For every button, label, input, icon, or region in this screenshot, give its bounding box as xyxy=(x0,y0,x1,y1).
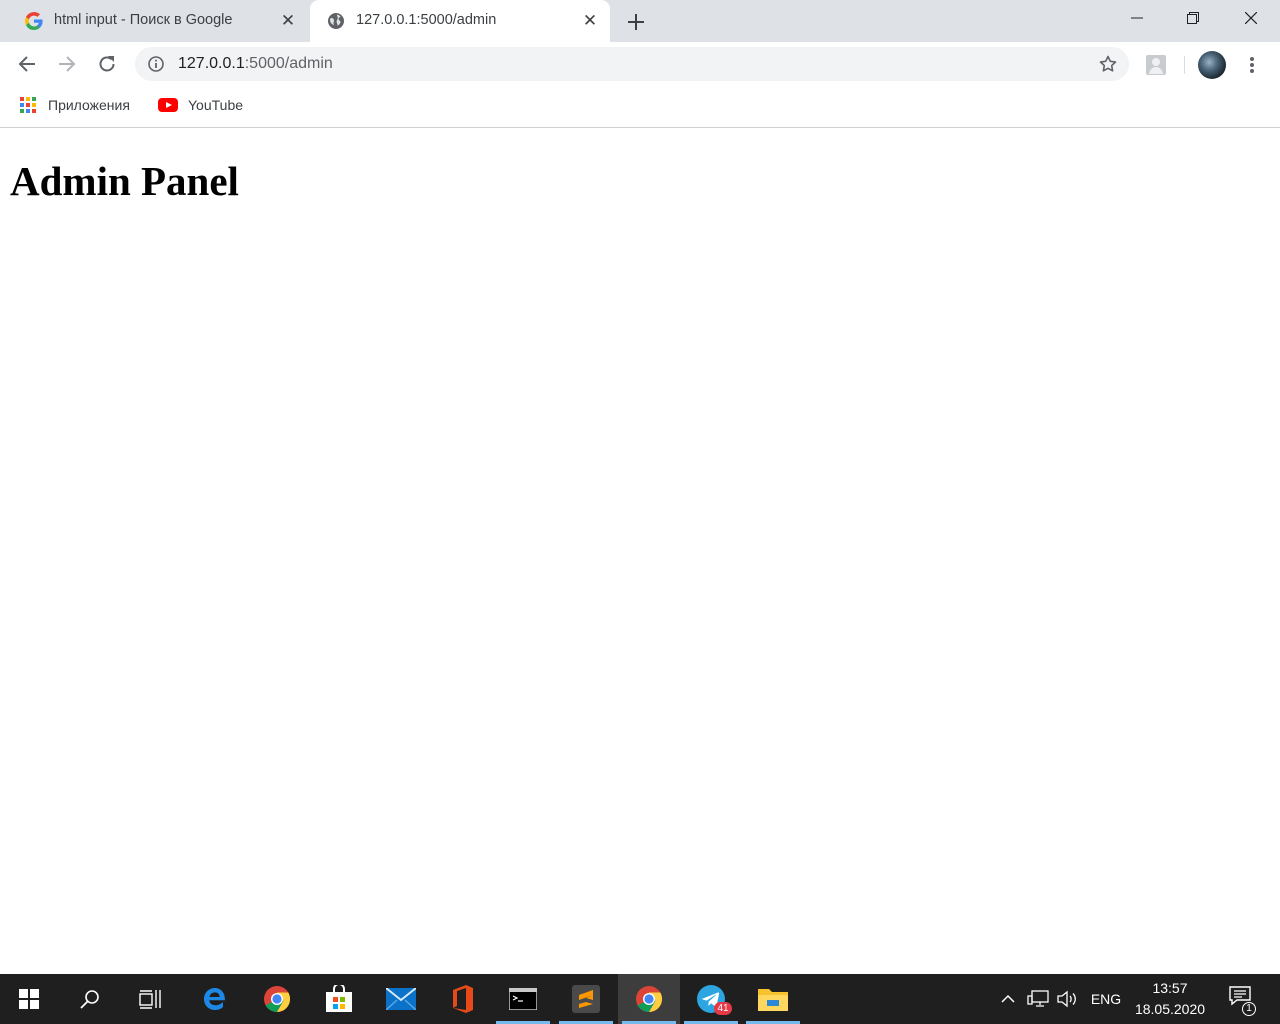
edge-icon xyxy=(204,988,225,1010)
notification-count: 1 xyxy=(1242,1002,1256,1016)
network-button[interactable] xyxy=(1024,974,1052,1024)
tab-admin[interactable]: 127.0.0.1:5000/admin ✕ xyxy=(310,0,610,42)
url-text[interactable]: 127.0.0.1:5000/admin xyxy=(178,55,333,73)
windows-icon xyxy=(19,989,39,1009)
task-view-icon xyxy=(139,990,161,1009)
back-button[interactable] xyxy=(13,50,41,78)
arrow-right-icon xyxy=(59,56,76,72)
clock-date: 18.05.2020 xyxy=(1134,1001,1206,1017)
network-icon xyxy=(1027,990,1049,1007)
speaker-icon xyxy=(1057,990,1076,1008)
bookmark-label: YouTube xyxy=(188,97,244,113)
reload-icon xyxy=(99,56,115,72)
clock-time: 13:57 xyxy=(1152,980,1188,996)
tab-google-search[interactable]: html input - Поиск в Google ✕ xyxy=(8,0,308,42)
screen: html input - Поиск в Google ✕ 127.0.0.1:… xyxy=(0,0,1280,1024)
sublime-icon xyxy=(572,985,600,1013)
globe-icon xyxy=(326,11,346,31)
store-icon xyxy=(326,985,352,1012)
taskbar-app-cmd[interactable] xyxy=(492,974,554,1024)
task-view-button[interactable] xyxy=(120,974,180,1024)
show-hidden-icons-button[interactable] xyxy=(994,974,1022,1024)
taskbar-app-telegram[interactable]: 41 xyxy=(680,974,742,1024)
minimize-icon xyxy=(1131,17,1143,19)
taskbar-app-chrome-active[interactable] xyxy=(618,974,680,1024)
google-g-icon xyxy=(24,11,44,31)
plus-icon xyxy=(628,14,644,30)
info-icon[interactable] xyxy=(147,55,165,73)
volume-button[interactable] xyxy=(1054,974,1082,1024)
start-button[interactable] xyxy=(0,974,58,1024)
taskbar-app-chrome[interactable] xyxy=(246,974,308,1024)
close-icon[interactable]: ✕ xyxy=(278,11,298,31)
forward-button[interactable] xyxy=(53,50,81,78)
taskbar-app-mail[interactable] xyxy=(370,974,432,1024)
youtube-icon xyxy=(158,98,178,112)
close-icon[interactable]: ✕ xyxy=(580,11,600,31)
chevron-up-icon xyxy=(1001,994,1015,1003)
action-center-button[interactable]: 1 xyxy=(1222,974,1262,1024)
clock[interactable]: 13:57 18.05.2020 xyxy=(1128,978,1212,1020)
chrome-icon xyxy=(264,986,291,1013)
more-menu-icon[interactable] xyxy=(1242,54,1262,76)
page-content: Admin Panel xyxy=(0,129,1280,974)
search-button[interactable] xyxy=(60,974,120,1024)
chrome-icon xyxy=(636,986,663,1013)
taskbar: 41 ENG 13:57 18.05.2020 1 xyxy=(0,974,1280,1024)
bookmark-label: Приложения xyxy=(48,97,130,113)
restore-button[interactable] xyxy=(1164,0,1222,36)
url-path: :5000/admin xyxy=(244,55,333,72)
bookmark-star-icon[interactable] xyxy=(1098,54,1118,74)
tab-strip: html input - Поиск в Google ✕ 127.0.0.1:… xyxy=(0,0,1280,42)
bookmark-apps[interactable]: Приложения xyxy=(20,94,130,116)
page-title: Admin Panel xyxy=(10,158,239,204)
close-icon xyxy=(1245,12,1257,24)
tab-title: 127.0.0.1:5000/admin xyxy=(356,12,497,28)
minimize-button[interactable] xyxy=(1108,0,1166,36)
new-tab-button[interactable] xyxy=(622,8,650,36)
apps-grid-icon xyxy=(20,97,36,113)
extension-icon[interactable] xyxy=(1145,54,1167,76)
mail-icon xyxy=(386,988,416,1010)
close-window-button[interactable] xyxy=(1222,0,1280,36)
url-host: 127.0.0.1 xyxy=(178,55,245,72)
taskbar-app-edge[interactable] xyxy=(184,974,246,1024)
unread-badge: 41 xyxy=(714,1002,732,1015)
cmd-icon xyxy=(509,988,537,1010)
taskbar-app-store[interactable] xyxy=(308,974,370,1024)
office-icon xyxy=(453,985,473,1013)
tab-title: html input - Поиск в Google xyxy=(54,12,233,28)
profile-avatar[interactable] xyxy=(1198,51,1226,79)
restore-icon xyxy=(1187,12,1199,24)
bookmarks-bar: Приложения YouTube xyxy=(0,86,1280,128)
arrow-left-icon xyxy=(18,56,35,72)
toolbar-divider xyxy=(1184,56,1185,74)
browser-toolbar: 127.0.0.1:5000/admin xyxy=(0,42,1280,86)
bookmark-youtube[interactable]: YouTube xyxy=(158,94,243,116)
taskbar-app-office[interactable] xyxy=(432,974,494,1024)
taskbar-app-sublime[interactable] xyxy=(555,974,617,1024)
search-icon xyxy=(80,990,99,1009)
language-indicator[interactable]: ENG xyxy=(1086,974,1126,1024)
address-bar[interactable]: 127.0.0.1:5000/admin xyxy=(135,47,1129,81)
folder-icon xyxy=(758,989,788,1011)
taskbar-app-explorer[interactable] xyxy=(742,974,804,1024)
reload-button[interactable] xyxy=(93,50,121,78)
